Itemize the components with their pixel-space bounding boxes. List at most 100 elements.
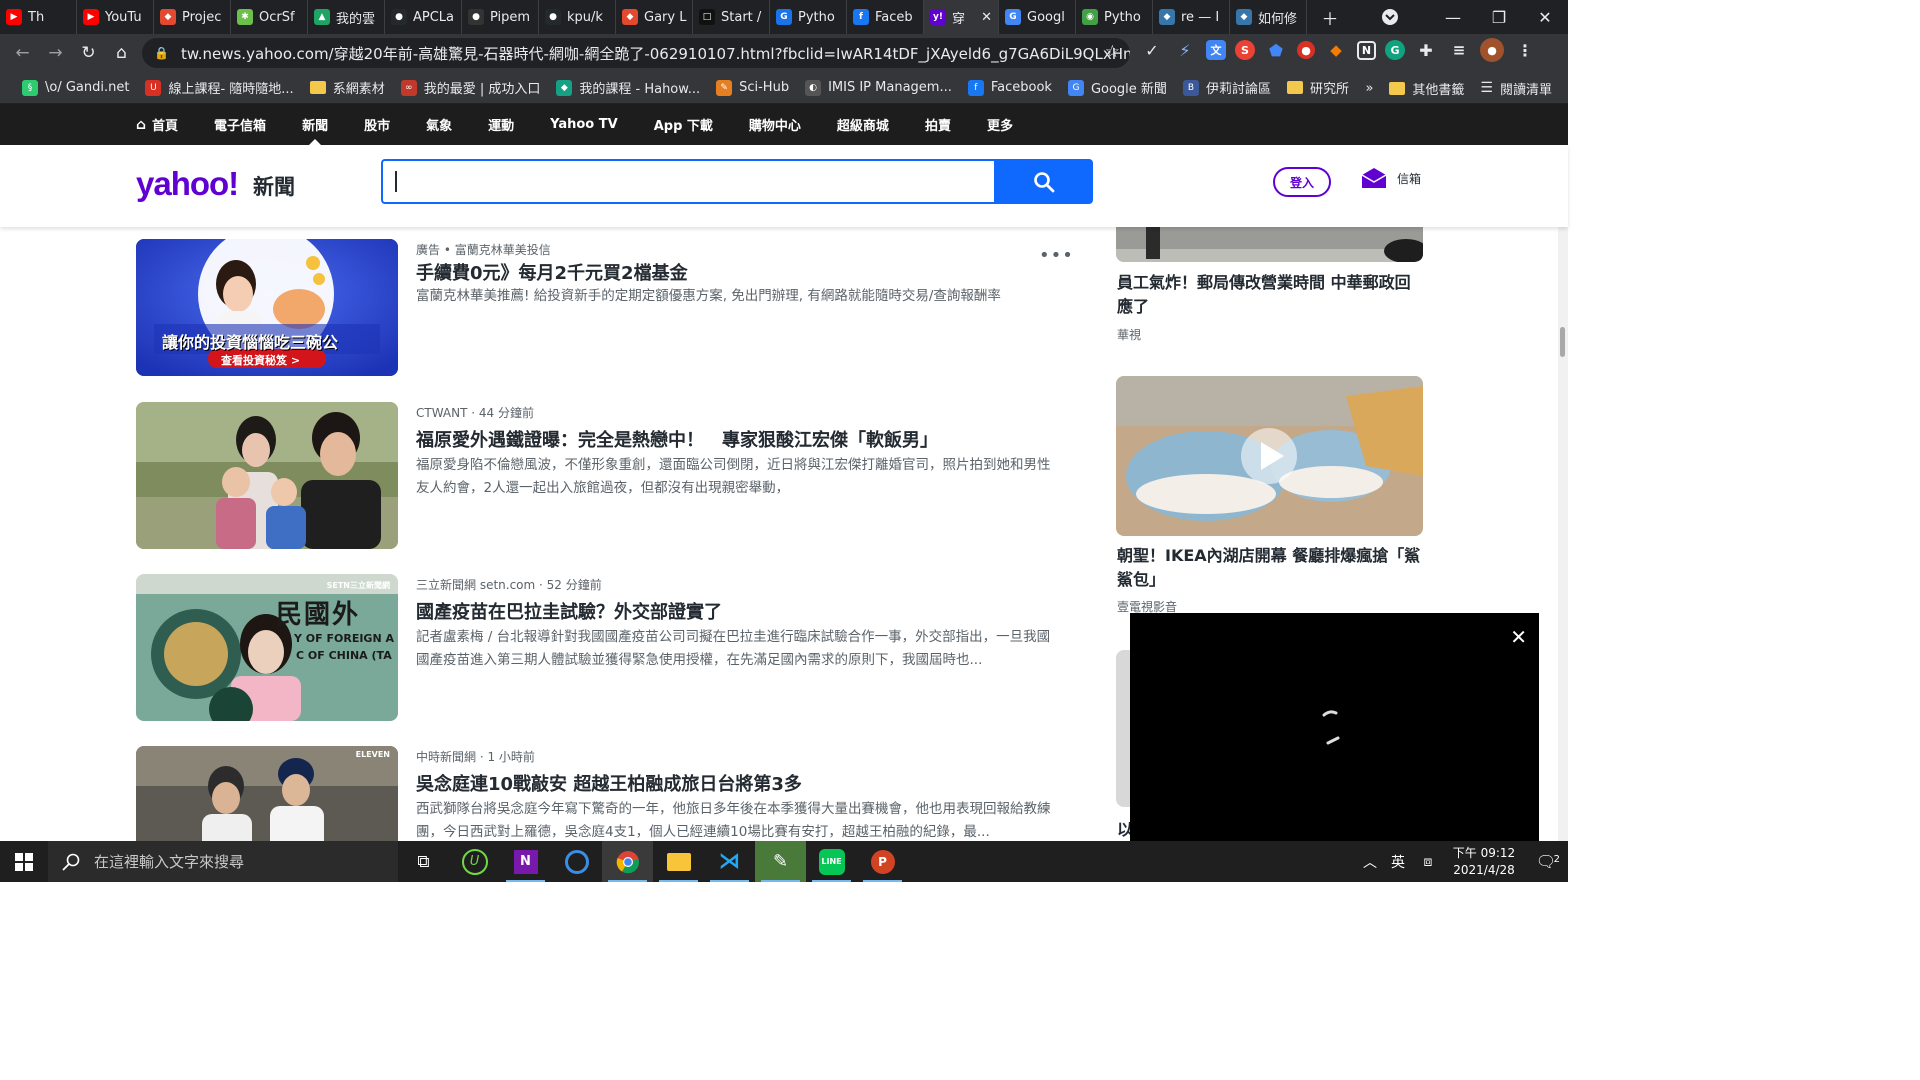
article-thumbnail[interactable]: ELEVEN <box>136 746 398 841</box>
right-card-title[interactable]: 朝聖！IKEA內湖店開幕 餐廳排爆瘋搶「鯊鯊包」 <box>1117 544 1423 592</box>
tab-search-button[interactable] <box>1350 0 1430 34</box>
floating-video-player[interactable]: ✕ <box>1130 613 1539 843</box>
reading-list[interactable]: ☰ 閱讀清單 <box>1472 79 1560 98</box>
bookmark-item[interactable]: 研究所 <box>1279 78 1357 97</box>
app-red-pen-icon[interactable]: ✎ <box>755 841 806 882</box>
ime-mode-icon[interactable]: ⧈ <box>1412 854 1444 870</box>
browser-tab[interactable]: f Faceb <box>847 0 924 34</box>
browser-tab[interactable]: ● kpu/k <box>539 0 616 34</box>
more-options-icon[interactable]: ••• <box>1039 245 1074 266</box>
browser-tab[interactable]: ▲ 我的雲 <box>308 0 385 34</box>
search-input[interactable] <box>381 159 995 204</box>
nav-item[interactable]: 購物中心 <box>749 104 801 145</box>
right-card-image[interactable] <box>1116 376 1423 536</box>
nav-item[interactable]: Yahoo TV <box>550 104 618 145</box>
minimize-button[interactable]: — <box>1430 0 1476 34</box>
feed-item-ad[interactable]: 讓你的投資惱惱吃三碗公 查看投資秘笈 > 廣告 • 富蘭克林華美投信 手續費0元… <box>136 239 1073 379</box>
line-icon[interactable]: LINE <box>806 841 857 882</box>
taskbar-search[interactable]: 在這裡輸入文字來搜尋 <box>48 841 398 882</box>
feed-item[interactable]: SETN三立新聞網 民國外 Y OF FOREIGN A C OF CHINA … <box>136 574 1061 722</box>
feed-item[interactable]: CTWANT · 44 分鐘前 福原愛外遇鐵證曝：完全是熱戀中！ 專家狠酸江宏傑… <box>136 402 1061 550</box>
bookmark-item[interactable]: ✎ Sci-Hub <box>708 79 797 96</box>
yahoo-news-label[interactable]: 新聞 <box>253 171 295 201</box>
bookmark-item[interactable]: 系網素材 <box>302 78 393 97</box>
scrollbar-thumb[interactable] <box>1560 327 1565 357</box>
chrome-icon[interactable] <box>602 841 653 882</box>
menu-kebab-icon[interactable]: ⋮ <box>1513 38 1537 62</box>
ime-indicator[interactable]: 英 <box>1384 852 1412 872</box>
browser-tab[interactable]: ▶ Th <box>0 0 77 34</box>
browser-tab[interactable]: ◆ re — I <box>1153 0 1230 34</box>
vscode-icon[interactable]: ⋊ <box>704 841 755 882</box>
bookmark-item[interactable]: ∞ 我的最愛 | 成功入口 <box>393 78 549 97</box>
yahoo-logo[interactable]: yahoo! <box>136 165 239 203</box>
browser-tab[interactable]: G Googl <box>999 0 1076 34</box>
s-extension-icon[interactable]: S <box>1235 40 1255 60</box>
nav-item[interactable]: 運動 <box>488 104 514 145</box>
article-thumbnail[interactable] <box>136 402 398 549</box>
lightning-extension-icon[interactable]: ⚡ <box>1173 38 1197 62</box>
profile-avatar[interactable]: ● <box>1480 38 1504 62</box>
nav-item[interactable]: 拍賣 <box>925 104 951 145</box>
bookmark-item[interactable]: ◆ 我的課程 - Hahow... <box>548 78 708 97</box>
task-view-icon[interactable]: ⧉ <box>398 841 449 882</box>
bookmark-item[interactable]: B 伊莉討論區 <box>1175 78 1279 97</box>
file-explorer-icon[interactable] <box>653 841 704 882</box>
close-window-button[interactable]: ✕ <box>1522 0 1568 34</box>
record-extension-icon[interactable]: ● <box>1297 41 1315 59</box>
app-upwork-icon[interactable]: U <box>449 841 500 882</box>
bookmark-item[interactable]: G Google 新聞 <box>1060 78 1175 97</box>
bookmark-item[interactable]: U 線上課程- 隨時隨地... <box>137 78 301 97</box>
nav-item[interactable]: 股市 <box>364 104 390 145</box>
bookmarks-overflow[interactable]: » <box>1357 81 1381 96</box>
ad-thumbnail[interactable]: 讓你的投資惱惱吃三碗公 查看投資秘笈 > <box>136 239 398 376</box>
home-button[interactable]: ⌂ <box>105 37 138 70</box>
browser-tab[interactable]: G Pytho <box>770 0 847 34</box>
browser-tab[interactable]: ● Pipem <box>462 0 539 34</box>
gem-extension-icon[interactable]: ⬟ <box>1264 38 1288 62</box>
grammar-extension-icon[interactable]: G <box>1385 40 1405 60</box>
flame-extension-icon[interactable]: ◆ <box>1324 38 1348 62</box>
check-extension-icon[interactable]: ✓ <box>1140 38 1164 62</box>
forward-button[interactable]: → <box>39 37 72 70</box>
login-button[interactable]: 登入 <box>1273 167 1331 197</box>
translate-extension-icon[interactable]: 文 <box>1206 40 1226 60</box>
nav-item[interactable]: 電子信箱 <box>214 104 266 145</box>
browser-tab[interactable]: □ Start / <box>693 0 770 34</box>
browser-tab[interactable]: ▶ YouTu <box>77 0 154 34</box>
nav-item[interactable]: 超級商城 <box>837 104 889 145</box>
address-bar[interactable]: 🔒 tw.news.yahoo.com/穿越20年前-高雄驚見-石器時代-網咖-… <box>142 38 1130 68</box>
reading-list-icon[interactable]: ≡ <box>1447 38 1471 62</box>
close-tab-icon[interactable]: ✕ <box>981 10 992 25</box>
page-scrollbar[interactable] <box>1558 227 1568 841</box>
puzzle-extensions-icon[interactable]: ✚ <box>1414 38 1438 62</box>
bookmark-item[interactable]: ◐ IMIS IP Managem... <box>797 79 960 96</box>
reload-button[interactable]: ↻ <box>72 37 105 70</box>
clock[interactable]: 下午 09:12 2021/4/28 <box>1444 845 1524 879</box>
bookmark-star-icon[interactable]: ☆ <box>1105 42 1120 62</box>
notion-extension-icon[interactable]: N <box>1357 40 1376 60</box>
browser-tab[interactable]: ● APCLa <box>385 0 462 34</box>
browser-tab[interactable]: y! 穿 ✕ <box>924 0 999 34</box>
restore-button[interactable]: ❐ <box>1476 0 1522 34</box>
powerpoint-icon[interactable]: P <box>857 841 908 882</box>
close-icon[interactable]: ✕ <box>1510 625 1527 649</box>
new-tab-button[interactable]: ＋ <box>1310 0 1350 34</box>
browser-tab[interactable]: ◆ Projec <box>154 0 231 34</box>
browser-tab[interactable]: ✱ OcrSf <box>231 0 308 34</box>
tray-overflow-icon[interactable]: ︿ <box>1356 852 1384 872</box>
onenote-icon[interactable]: N <box>500 841 551 882</box>
item-title[interactable]: 吳念庭連10戰敲安 超越王柏融成旅日台將第3多 <box>416 770 802 796</box>
nav-item[interactable]: ⌂ 首頁 <box>136 104 178 145</box>
item-title[interactable]: 福原愛外遇鐵證曝：完全是熱戀中！ 專家狠酸江宏傑「軟飯男」 <box>416 426 938 452</box>
nav-item[interactable]: App 下載 <box>654 104 713 145</box>
nav-item[interactable]: 氣象 <box>426 104 452 145</box>
bookmark-item[interactable]: § \o/ Gandi.net <box>14 79 137 96</box>
search-button[interactable] <box>994 159 1093 204</box>
item-title[interactable]: 國產疫苗在巴拉圭試驗？外交部證實了 <box>416 598 722 624</box>
item-title[interactable]: 手續費0元》每月2千元買2檔基金 <box>416 259 688 285</box>
nav-item[interactable]: 更多 <box>987 104 1013 145</box>
nav-item[interactable]: 新聞 <box>302 104 328 145</box>
notification-center-icon[interactable]: 🗨 2 <box>1524 852 1568 871</box>
right-card-title[interactable]: 員工氣炸！郵局傳改營業時間 中華郵政回應了 <box>1117 271 1423 319</box>
